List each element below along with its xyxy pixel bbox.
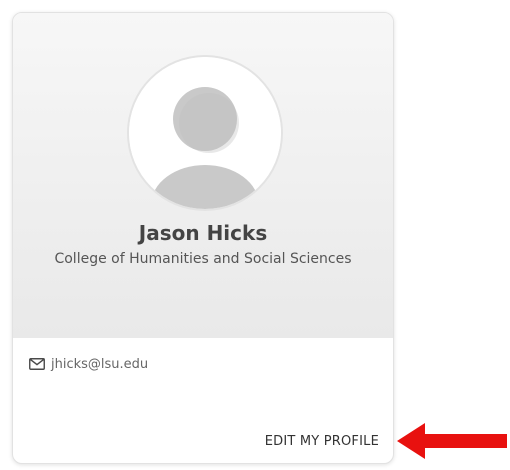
profile-header: Jason Hicks College of Humanities and So… bbox=[13, 13, 393, 338]
red-arrow-icon bbox=[397, 423, 507, 459]
avatar bbox=[129, 57, 281, 209]
profile-department: College of Humanities and Social Science… bbox=[54, 251, 352, 267]
page: Jason Hicks College of Humanities and So… bbox=[0, 0, 510, 470]
user-placeholder-icon bbox=[129, 57, 281, 209]
email-row[interactable]: jhicks@lsu.edu bbox=[29, 355, 148, 373]
profile-name: Jason Hicks bbox=[138, 221, 268, 245]
envelope-icon bbox=[29, 358, 45, 370]
email-link[interactable]: jhicks@lsu.edu bbox=[51, 357, 148, 372]
edit-profile-button[interactable]: EDIT MY PROFILE bbox=[265, 434, 379, 449]
profile-card: Jason Hicks College of Humanities and So… bbox=[12, 12, 394, 464]
